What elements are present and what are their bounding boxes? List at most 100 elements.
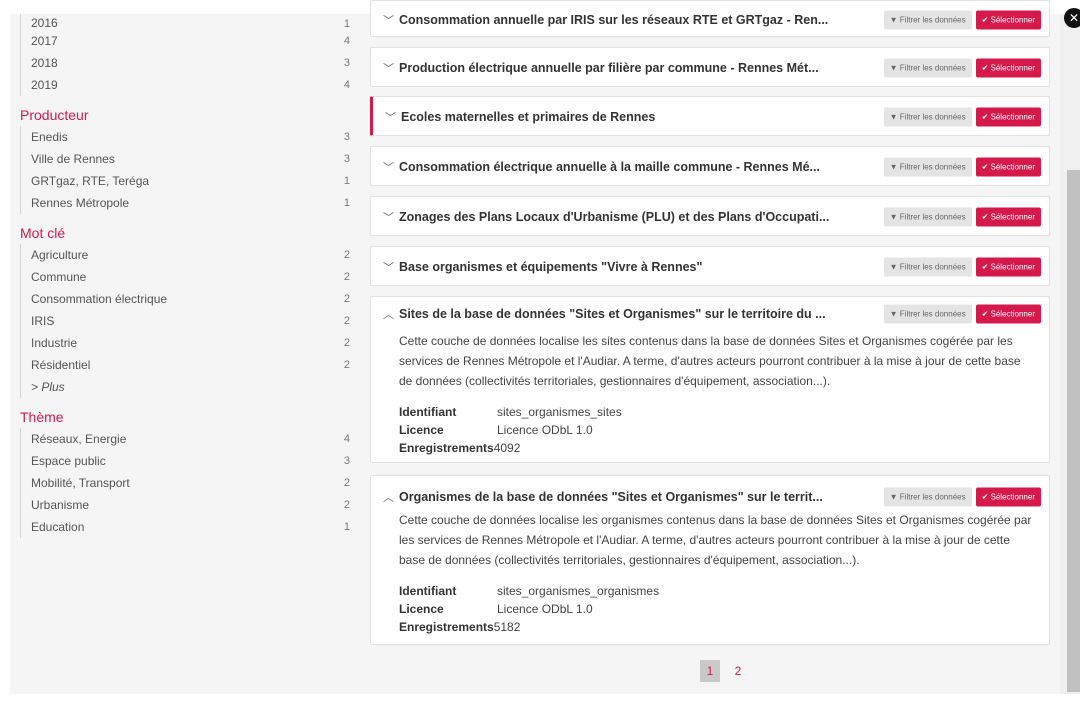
dataset-card-header[interactable]: ﹀ Zonages des Plans Locaux d'Urbanisme (… bbox=[371, 197, 1049, 236]
facet-label: Urbanisme bbox=[31, 498, 90, 512]
page-2-button[interactable]: 2 bbox=[728, 660, 748, 682]
facet-label: Réseaux, Energie bbox=[31, 432, 127, 446]
select-button[interactable]: ✔ Sélectionner bbox=[975, 257, 1041, 276]
select-button[interactable]: ✔ Sélectionner bbox=[975, 207, 1041, 226]
dataset-card-header[interactable]: ︿ Sites de la base de données "Sites et … bbox=[371, 297, 1049, 331]
filter-data-button[interactable]: ▼ Filtrer les données bbox=[883, 157, 972, 176]
facet-label: Consommation électrique bbox=[31, 292, 168, 306]
select-button[interactable]: ✔ Sélectionner bbox=[975, 157, 1041, 176]
facet-label: Agriculture bbox=[31, 248, 89, 262]
facet-item-2019[interactable]: 2019 4 bbox=[31, 74, 360, 96]
select-button[interactable]: ✔ Sélectionner bbox=[975, 487, 1041, 507]
card-buttons: ▼ Filtrer les données ✔ Sélectionner bbox=[883, 107, 1041, 126]
facet-item-espace-public[interactable]: Espace public 3 bbox=[31, 450, 360, 472]
filter-data-button[interactable]: ▼ Filtrer les données bbox=[883, 487, 972, 507]
dataset-card-header[interactable]: ﹀ Base organismes et équipements "Vivre … bbox=[371, 247, 1049, 286]
select-button[interactable]: ✔ Sélectionner bbox=[975, 58, 1041, 77]
facet-label: 2016 bbox=[31, 16, 58, 30]
dataset-meta: Identifiant sites_organismes_organismes … bbox=[399, 582, 1037, 636]
dataset-details: Cette couche de données localise les sit… bbox=[371, 331, 1049, 473]
filter-data-button[interactable]: ▼ Filtrer les données bbox=[883, 58, 972, 77]
facet-count: 2 bbox=[343, 359, 350, 371]
card-buttons: ▼ Filtrer les données ✔ Sélectionner bbox=[883, 10, 1041, 29]
dataset-title: Ecoles maternelles et primaires de Renne… bbox=[401, 109, 656, 124]
meta-licence: Licence Licence ODbL 1.0 bbox=[399, 600, 1037, 618]
filter-data-button[interactable]: ▼ Filtrer les données bbox=[883, 10, 972, 29]
dataset-card: ﹀ Consommation électrique annuelle à la … bbox=[370, 146, 1050, 186]
facet-count: 4 bbox=[343, 79, 350, 91]
card-buttons: ▼ Filtrer les données ✔ Sélectionner bbox=[883, 207, 1041, 226]
meta-enregistrements: Enregistrements 5182 bbox=[399, 618, 1037, 636]
facet-count: 1 bbox=[343, 521, 350, 533]
filter-data-button[interactable]: ▼ Filtrer les données bbox=[883, 107, 972, 126]
chevron-down-icon: ﹀ bbox=[383, 211, 394, 224]
dataset-card-header[interactable]: ﹀ Consommation annuelle par IRIS sur les… bbox=[371, 1, 1049, 38]
dataset-card-header[interactable]: ﹀ Consommation électrique annuelle à la … bbox=[371, 147, 1049, 186]
meta-key: Licence bbox=[399, 602, 444, 616]
facet-more-link[interactable]: > Plus bbox=[31, 376, 360, 398]
filter-data-button[interactable]: ▼ Filtrer les données bbox=[883, 207, 972, 226]
dataset-card-header[interactable]: ﹀ Production électrique annuelle par fil… bbox=[371, 48, 1049, 87]
facet-item-2016[interactable]: 2016 1 bbox=[31, 14, 360, 30]
facet-item-agriculture[interactable]: Agriculture 2 bbox=[31, 244, 360, 266]
facet-item-ville-de-rennes[interactable]: Ville de Rennes 3 bbox=[31, 148, 360, 170]
meta-value: sites_organismes_organismes bbox=[497, 584, 660, 598]
select-button[interactable]: ✔ Sélectionner bbox=[975, 304, 1041, 324]
facet-title-theme: Thème bbox=[20, 409, 64, 425]
facet-count: 2 bbox=[343, 271, 350, 283]
facet-count: 2 bbox=[343, 499, 350, 511]
dataset-card-header[interactable]: ︿ Organismes de la base de données "Site… bbox=[371, 476, 1049, 518]
meta-key: Identifiant bbox=[399, 584, 457, 598]
dataset-card: ﹀ Consommation annuelle par IRIS sur les… bbox=[370, 0, 1050, 37]
dataset-title: Consommation électrique annuelle à la ma… bbox=[399, 159, 820, 174]
facet-item-education[interactable]: Education 1 bbox=[31, 516, 360, 538]
select-button[interactable]: ✔ Sélectionner bbox=[975, 107, 1041, 126]
page-1-button[interactable]: 1 bbox=[700, 660, 720, 682]
meta-value: 4092 bbox=[493, 441, 521, 455]
facet-item-iris[interactable]: IRIS 2 bbox=[31, 310, 360, 332]
facet-item-2017[interactable]: 2017 4 bbox=[31, 30, 360, 52]
facet-item-enedis[interactable]: Enedis 3 bbox=[31, 126, 360, 148]
meta-value: Licence ODbL 1.0 bbox=[497, 602, 593, 616]
facet-count: 3 bbox=[343, 57, 350, 69]
facet-label: Espace public bbox=[31, 454, 106, 468]
chevron-up-icon: ︿ bbox=[383, 309, 394, 321]
dataset-card: ﹀ Base organismes et équipements "Vivre … bbox=[370, 246, 1050, 286]
facet-count: 2 bbox=[343, 249, 350, 261]
facet-item-reseaux-energie[interactable]: Réseaux, Energie 4 bbox=[31, 428, 360, 450]
close-icon[interactable]: ✕ bbox=[1064, 8, 1080, 28]
chevron-down-icon: ﹀ bbox=[385, 111, 396, 124]
facet-label: Education bbox=[31, 520, 85, 534]
facet-label: Résidentiel bbox=[31, 358, 91, 372]
dataset-card-header[interactable]: ﹀ Ecoles maternelles et primaires de Ren… bbox=[373, 97, 1049, 136]
select-button[interactable]: ✔ Sélectionner bbox=[975, 10, 1041, 29]
facet-count: 3 bbox=[343, 455, 350, 467]
facet-count: 3 bbox=[343, 153, 350, 165]
meta-identifiant: Identifiant sites_organismes_organismes bbox=[399, 582, 1037, 600]
facet-item-residentiel[interactable]: Résidentiel 2 bbox=[31, 354, 360, 376]
facet-item-2018[interactable]: 2018 3 bbox=[31, 52, 360, 74]
facet-count: 1 bbox=[343, 18, 350, 30]
facet-label: Ville de Rennes bbox=[31, 152, 115, 166]
facet-sidebar: 2016 1 2017 4 2018 3 2019 4 Producteur E… bbox=[10, 14, 360, 694]
dataset-card-expanded: ︿ Organismes de la base de données "Site… bbox=[370, 475, 1050, 645]
scrollbar-thumb[interactable] bbox=[1067, 170, 1080, 692]
facet-count: 2 bbox=[343, 315, 350, 327]
facet-label: 2017 bbox=[31, 34, 58, 48]
meta-value: 5182 bbox=[493, 620, 521, 634]
facet-item-mobilite-transport[interactable]: Mobilité, Transport 2 bbox=[31, 472, 360, 494]
meta-key: Enregistrements bbox=[399, 441, 494, 455]
meta-value: Licence ODbL 1.0 bbox=[497, 423, 593, 437]
filter-data-button[interactable]: ▼ Filtrer les données bbox=[883, 304, 972, 324]
facet-item-commune[interactable]: Commune 2 bbox=[31, 266, 360, 288]
facet-item-urbanisme[interactable]: Urbanisme 2 bbox=[31, 494, 360, 516]
meta-key: Licence bbox=[399, 423, 444, 437]
facet-label: GRTgaz, RTE, Teréga bbox=[31, 174, 150, 188]
facet-item-industrie[interactable]: Industrie 2 bbox=[31, 332, 360, 354]
facet-item-grtgaz[interactable]: GRTgaz, RTE, Teréga 1 bbox=[31, 170, 360, 192]
dataset-card-expanded: ︿ Sites de la base de données "Sites et … bbox=[370, 296, 1050, 463]
facet-item-rennes-metropole[interactable]: Rennes Métropole 1 bbox=[31, 192, 360, 214]
facet-item-consommation-electrique[interactable]: Consommation électrique 2 bbox=[31, 288, 360, 310]
filter-data-button[interactable]: ▼ Filtrer les données bbox=[883, 257, 972, 276]
meta-value: sites_organismes_sites bbox=[497, 405, 622, 419]
